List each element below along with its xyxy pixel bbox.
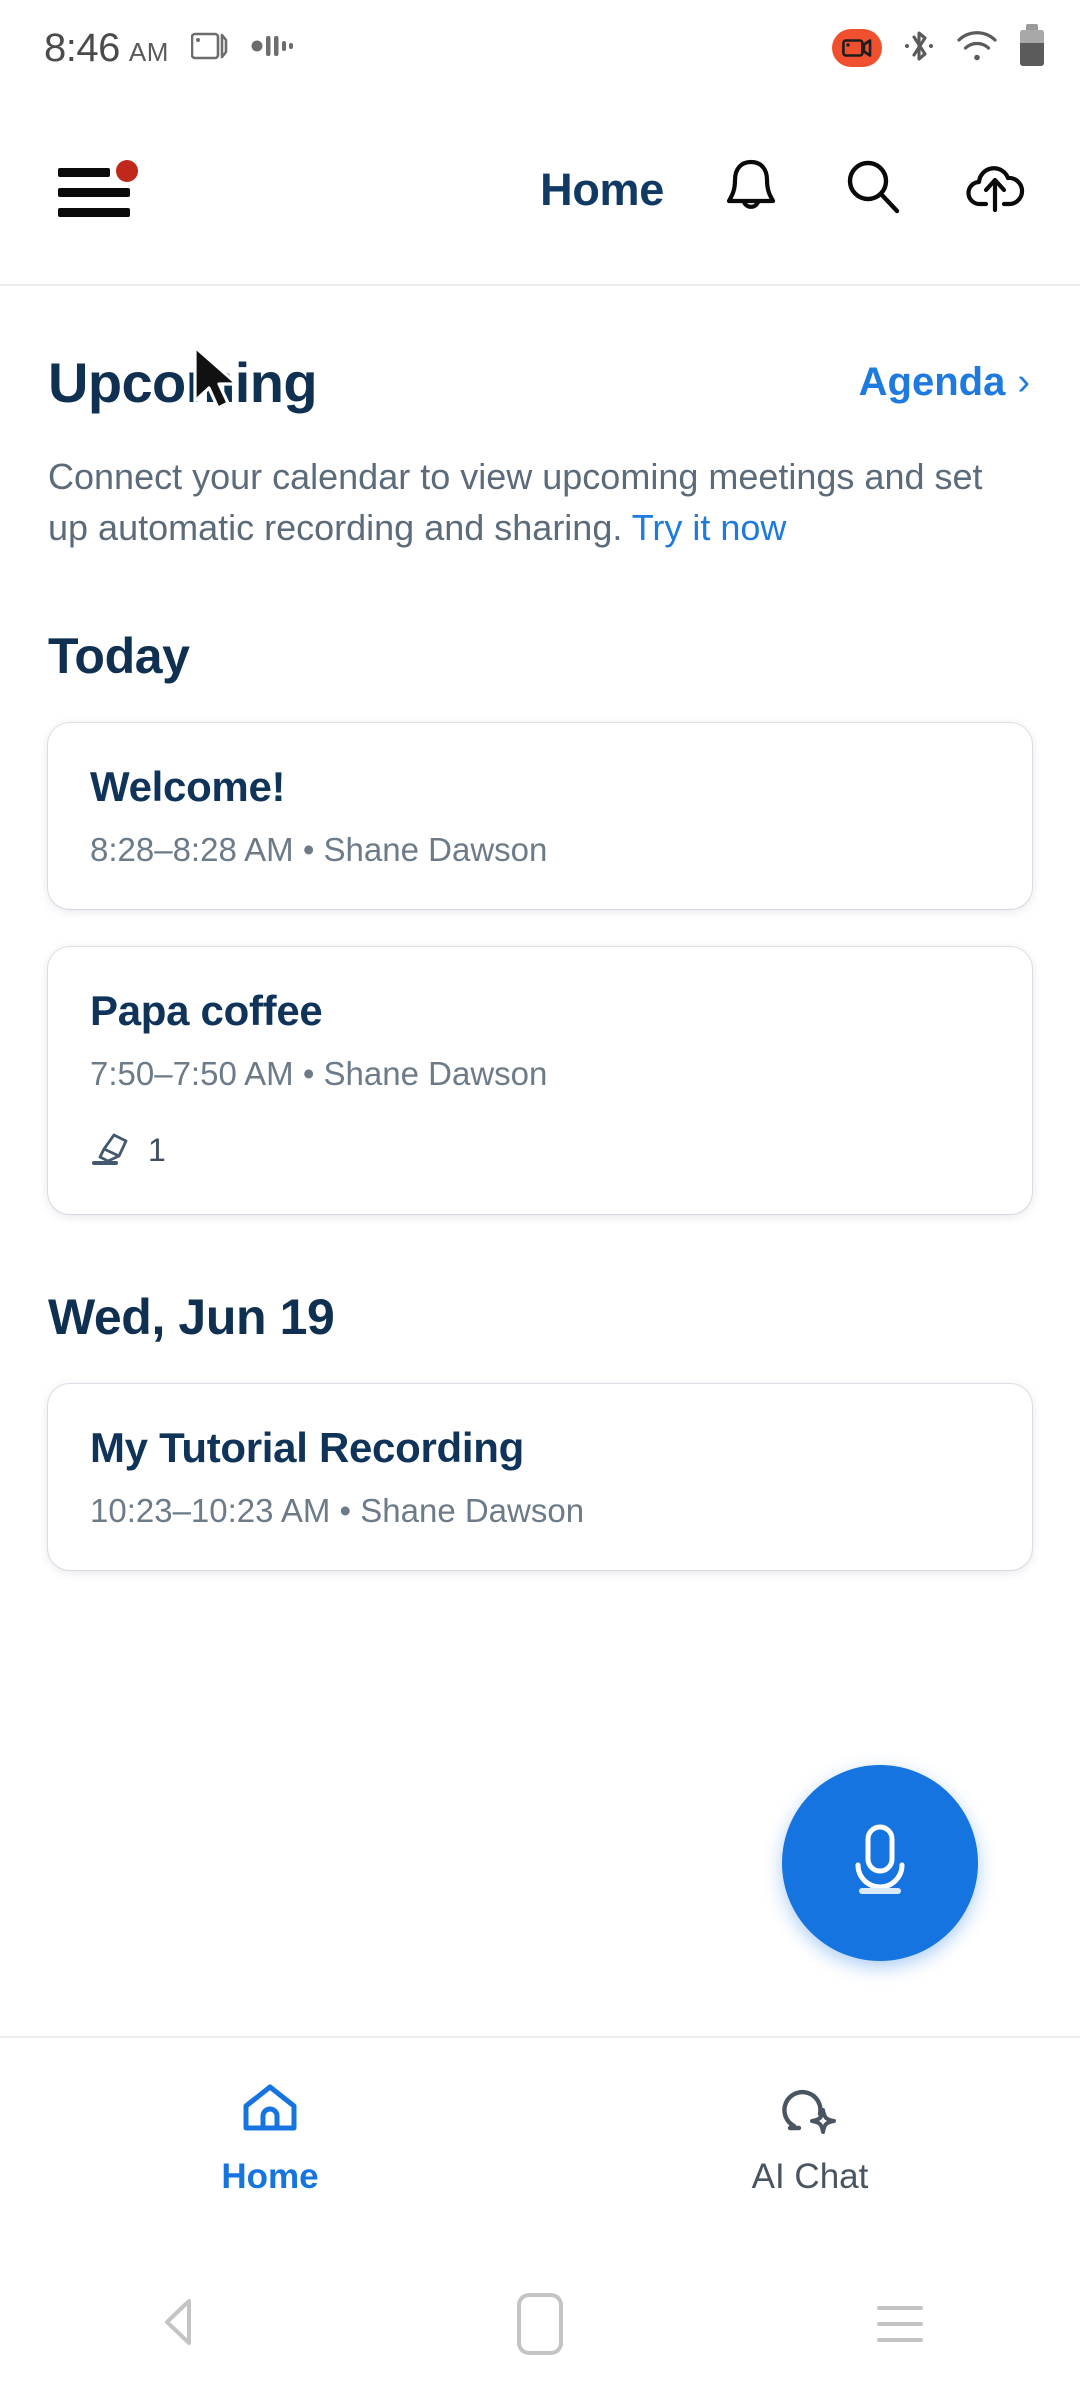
- meeting-card[interactable]: My Tutorial Recording 10:23–10:23 AM • S…: [48, 1384, 1032, 1571]
- meeting-card-highlights: 1: [90, 1127, 988, 1174]
- meeting-card-subtitle: 7:50–7:50 AM • Shane Dawson: [90, 1055, 548, 1093]
- meeting-card-title: Welcome!: [90, 763, 286, 811]
- phone-screen: 8:46 AM Home Upcoming Agenda › Connect y…: [0, 0, 1080, 2400]
- calendar-connect-blurb: Connect your calendar to view upcoming m…: [0, 415, 1080, 553]
- menu-bar-1: [58, 168, 110, 177]
- search-icon: [842, 157, 904, 224]
- status-time-ampm: AM: [128, 36, 169, 67]
- page-title: Home: [540, 164, 664, 215]
- status-time-value: 8:46: [44, 25, 120, 70]
- agenda-link[interactable]: Agenda ›: [859, 360, 1030, 405]
- agenda-link-label: Agenda: [858, 360, 1006, 404]
- highlight-count: 1: [148, 1132, 166, 1169]
- bluetooth-icon: [904, 27, 934, 70]
- upcoming-header-row: Upcoming Agenda ›: [0, 288, 1080, 415]
- try-it-now-link[interactable]: Try it now: [632, 507, 787, 548]
- section-header-today: Today: [48, 628, 190, 685]
- home-icon: [239, 2080, 301, 2143]
- blurb-text: Connect your calendar to view upcoming m…: [48, 456, 983, 549]
- nav-item-ai-chat[interactable]: AI Chat: [540, 2080, 1080, 2197]
- meeting-card[interactable]: Welcome! 8:28–8:28 AM • Shane Dawson: [48, 723, 1032, 910]
- back-triangle-icon[interactable]: [157, 2296, 203, 2353]
- menu-button[interactable]: [58, 160, 138, 220]
- nav-item-home-label: Home: [221, 2157, 319, 2196]
- app-bar-actions: Home: [540, 155, 1080, 225]
- record-fab-button[interactable]: [782, 1765, 978, 1961]
- nav-item-home[interactable]: Home: [0, 2080, 540, 2197]
- status-bar-right: [832, 24, 1044, 70]
- recents-line-2: [877, 2322, 923, 2326]
- battery-icon: [1020, 24, 1044, 66]
- meeting-card-subtitle: 10:23–10:23 AM • Shane Dawson: [90, 1492, 585, 1530]
- meeting-card-subtitle: 8:28–8:28 AM • Shane Dawson: [90, 831, 548, 869]
- recents-lines-icon[interactable]: [877, 2306, 923, 2342]
- status-bar-left: 8:46 AM: [44, 26, 295, 71]
- meeting-card-title: Papa coffee: [90, 987, 323, 1035]
- menu-bar-2: [58, 188, 130, 197]
- recents-line-3: [877, 2338, 923, 2342]
- screen-cast-icon: [190, 31, 229, 66]
- home-square-icon[interactable]: [517, 2293, 563, 2355]
- status-bar: 8:46 AM: [0, 0, 1080, 96]
- app-bar: Home: [0, 96, 1080, 286]
- upcoming-heading: Upcoming: [48, 351, 318, 414]
- upload-button[interactable]: [960, 155, 1030, 225]
- bottom-navigation: Home AI Chat: [0, 2036, 1080, 2248]
- meeting-card[interactable]: Papa coffee 7:50–7:50 AM • Shane Dawson …: [48, 947, 1032, 1215]
- search-button[interactable]: [838, 155, 908, 225]
- microphone-icon: [832, 1811, 928, 1916]
- menu-bar-3: [58, 208, 130, 217]
- main-content: Upcoming Agenda › Connect your calendar …: [0, 288, 1080, 1571]
- chevron-right-icon: ›: [1017, 361, 1030, 403]
- highlighter-icon: [90, 1127, 134, 1174]
- menu-notification-badge: [116, 160, 138, 182]
- bell-icon: [721, 156, 781, 225]
- cloud-upload-icon: [962, 158, 1028, 223]
- section-header-date: Wed, Jun 19: [48, 1289, 335, 1346]
- audio-waveform-icon: [251, 33, 295, 64]
- recents-line-1: [877, 2306, 923, 2310]
- wifi-icon: [956, 29, 998, 68]
- system-navigation-bar: [0, 2248, 1080, 2400]
- nav-item-ai-chat-label: AI Chat: [751, 2157, 869, 2196]
- screen-record-badge-icon: [832, 29, 882, 67]
- ai-chat-icon: [778, 2080, 842, 2143]
- status-time: 8:46 AM: [44, 26, 169, 71]
- meeting-card-title: My Tutorial Recording: [90, 1424, 524, 1472]
- notifications-button[interactable]: [716, 155, 786, 225]
